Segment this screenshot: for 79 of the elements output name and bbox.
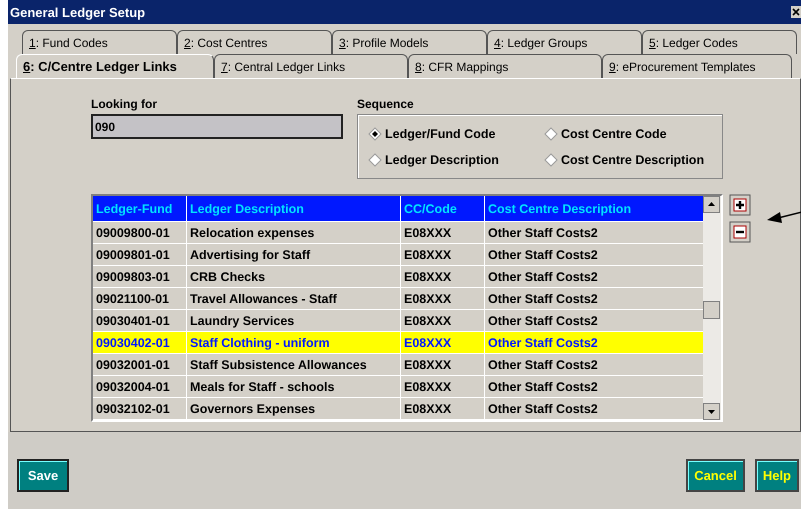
table-cell-text: Other Staff Costs2 xyxy=(487,246,599,264)
scroll-up-icon[interactable] xyxy=(703,196,720,213)
scroll-down-icon[interactable] xyxy=(703,403,720,420)
add-row-icon[interactable] xyxy=(729,194,751,216)
radio-label[interactable]: Cost Centre Code xyxy=(561,126,667,140)
tab[interactable]: 5: Ledger Codes xyxy=(642,30,797,54)
tab[interactable]: 7: Central Ledger Links xyxy=(214,54,408,78)
table-row[interactable]: 09009801-01 Advertising for Staff E08XXX Other Staff Costs2 xyxy=(93,244,703,266)
table-cell: Relocation expenses xyxy=(187,222,401,243)
table-cell: E08XXX xyxy=(401,332,485,353)
table-cell: E08XXX xyxy=(401,222,485,243)
table-cell: E08XXX xyxy=(401,288,485,309)
window-title: General Ledger Setup xyxy=(10,4,146,20)
table-cell: Meals for Staff - schools xyxy=(187,376,401,397)
field-label: Looking for xyxy=(91,97,158,113)
table-cell: 09009801-01 xyxy=(93,244,187,265)
table-row[interactable]: 09032004-01 Meals for Staff - schools E08XXX Other Staff Costs2 xyxy=(93,376,703,398)
tab[interactable]: 8: CFR Mappings xyxy=(408,54,602,78)
table-cell-text: Other Staff Costs2 xyxy=(487,378,599,396)
table-row[interactable]: 09021100-01 Travel Allowances - Staff E08XXX Other Staff Costs2 xyxy=(93,288,703,310)
table-cell: 09009800-01 xyxy=(93,222,187,243)
table-cell: Advertising for Staff xyxy=(187,244,401,265)
tab[interactable]: 3: Profile Models xyxy=(332,30,487,54)
table-row[interactable]: 09030402-01 Staff Clothing - uniform E08XXX Other Staff Costs2 xyxy=(93,332,703,354)
column-header[interactable]: Ledger-Fund xyxy=(93,196,187,221)
radio-label[interactable]: Cost Centre Description xyxy=(561,152,704,166)
table-cell: E08XXX xyxy=(401,354,485,375)
table-cell: 09030401-01 xyxy=(93,310,187,331)
table-row[interactable]: 09009803-01 CRB Checks E08XXX Other Staff Costs2 xyxy=(93,266,703,288)
tab[interactable]: 4: Ledger Groups xyxy=(487,30,642,54)
table-cell: E08XXX xyxy=(401,398,485,419)
radio-button[interactable] xyxy=(368,152,382,166)
tab[interactable]: 2: Cost Centres xyxy=(177,30,332,54)
table-cell: 09009803-01 xyxy=(93,266,187,287)
table-cell: E08XXX xyxy=(401,244,485,265)
table-cell: Laundry Services xyxy=(187,310,401,331)
table-cell-text: Other Staff Costs2 xyxy=(487,224,599,242)
radio-button[interactable] xyxy=(368,126,382,140)
group-label: Sequence xyxy=(357,97,415,113)
scrollbar[interactable] xyxy=(703,196,721,420)
radio-label[interactable]: Ledger Description xyxy=(385,152,499,166)
table-cell: E08XXX xyxy=(401,266,485,287)
table-cell: 09032001-01 xyxy=(93,354,187,375)
table-cell-text: Other Staff Costs2 xyxy=(487,400,599,418)
table-cell-text: Other Staff Costs2 xyxy=(487,312,599,330)
tab[interactable]: 1: Fund Codes xyxy=(22,30,177,54)
table-row[interactable]: 09032102-01 Governors Expenses E08XXX Other Staff Costs2 xyxy=(93,398,703,420)
radio-button[interactable] xyxy=(544,152,558,166)
table-cell: Staff Clothing - uniform xyxy=(187,332,401,353)
column-header[interactable]: Ledger Description xyxy=(187,196,401,221)
table-cell: Staff Subsistence Allowances xyxy=(187,354,401,375)
table-cell: E08XXX xyxy=(401,376,485,397)
tab[interactable]: 9: eProcurement Templates xyxy=(602,54,792,78)
table-cell: Travel Allowances - Staff xyxy=(187,288,401,309)
remove-row-icon[interactable] xyxy=(729,221,751,243)
tab[interactable]: 6: C/Centre Ledger Links xyxy=(16,54,214,78)
table-cell-text: Other Staff Costs2 xyxy=(487,334,599,352)
table-cell: 09021100-01 xyxy=(93,288,187,309)
table-cell-text: Other Staff Costs2 xyxy=(487,268,599,286)
table-row[interactable]: 09032001-01 Staff Subsistence Allowances E08XXX Other Staff Costs2 xyxy=(93,354,703,376)
scroll-thumb[interactable] xyxy=(703,301,720,319)
table-cell-text: Other Staff Costs2 xyxy=(487,290,599,308)
table-cell: E08XXX xyxy=(401,310,485,331)
table-cell: 09032004-01 xyxy=(93,376,187,397)
dialog-button[interactable]: Cancel xyxy=(686,459,745,492)
dialog-button[interactable]: Help xyxy=(754,459,799,492)
table-cell: CRB Checks xyxy=(187,266,401,287)
radio-button[interactable] xyxy=(544,126,558,140)
table-cell: 09032102-01 xyxy=(93,398,187,419)
table-cell-text: Other Staff Costs2 xyxy=(487,356,599,374)
save-button[interactable]: Save xyxy=(17,459,69,492)
column-header[interactable]: CC/Code xyxy=(401,196,485,221)
column-header[interactable]: Cost Centre Description xyxy=(485,196,703,221)
radio-label[interactable]: Ledger/Fund Code xyxy=(385,126,496,140)
close-icon[interactable] xyxy=(791,6,801,18)
search-field[interactable]: 090 xyxy=(91,114,343,139)
table-cell: 09030402-01 xyxy=(93,332,187,353)
table-row[interactable]: 09009800-01 Relocation expenses E08XXX Other Staff Costs2 xyxy=(93,222,703,244)
table-cell: Governors Expenses xyxy=(187,398,401,419)
